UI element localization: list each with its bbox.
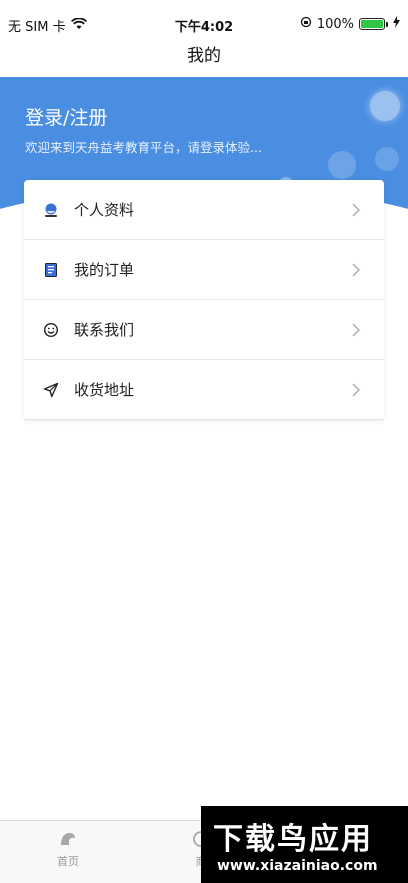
menu-card: 个人资料 我的订单 联系我们 收货地址 <box>24 180 384 420</box>
login-register-link[interactable]: 登录/注册 <box>25 103 107 130</box>
page-title: 我的 <box>187 46 221 66</box>
watermark-url: www.xiazainiao.com <box>217 858 378 874</box>
home-icon <box>28 829 108 849</box>
menu-item-label: 联系我们 <box>74 321 135 339</box>
charging-icon <box>393 16 400 32</box>
menu-item-contact[interactable]: 联系我们 <box>24 300 384 360</box>
battery-icon <box>359 18 388 30</box>
menu-item-profile[interactable]: 个人资料 <box>24 180 384 240</box>
location-arrow-icon <box>42 381 60 399</box>
decor-bubble <box>375 147 399 171</box>
menu-item-label: 个人资料 <box>74 201 135 219</box>
decor-bubble <box>328 151 356 179</box>
chevron-right-icon <box>346 320 366 340</box>
status-bar: 无 SIM 卡 下午4:02 100% <box>0 0 408 44</box>
nav-bar: 我的 <box>0 40 408 76</box>
menu-item-label: 我的订单 <box>74 261 135 279</box>
chevron-right-icon <box>346 380 366 400</box>
menu-item-address[interactable]: 收货地址 <box>24 360 384 420</box>
tab-home[interactable]: 首页 <box>28 829 108 869</box>
smile-icon <box>42 321 60 339</box>
watermark-logo: 下载鸟应用 www.xiazainiao.com <box>201 806 408 883</box>
orientation-lock-icon <box>300 16 312 32</box>
tab-label: 首页 <box>57 855 79 868</box>
welcome-text: 欢迎来到天舟益考教育平台，请登录体验... <box>25 140 262 155</box>
menu-item-label: 收货地址 <box>74 381 135 399</box>
chevron-right-icon <box>346 260 366 280</box>
user-icon <box>42 201 60 219</box>
battery-percent: 100% <box>316 16 354 32</box>
menu-item-orders[interactable]: 我的订单 <box>24 240 384 300</box>
watermark-title: 下载鸟应用 <box>213 822 373 857</box>
order-icon <box>42 261 60 279</box>
decor-bubble <box>370 91 400 121</box>
status-right: 100% <box>300 16 400 32</box>
chevron-right-icon <box>346 200 366 220</box>
